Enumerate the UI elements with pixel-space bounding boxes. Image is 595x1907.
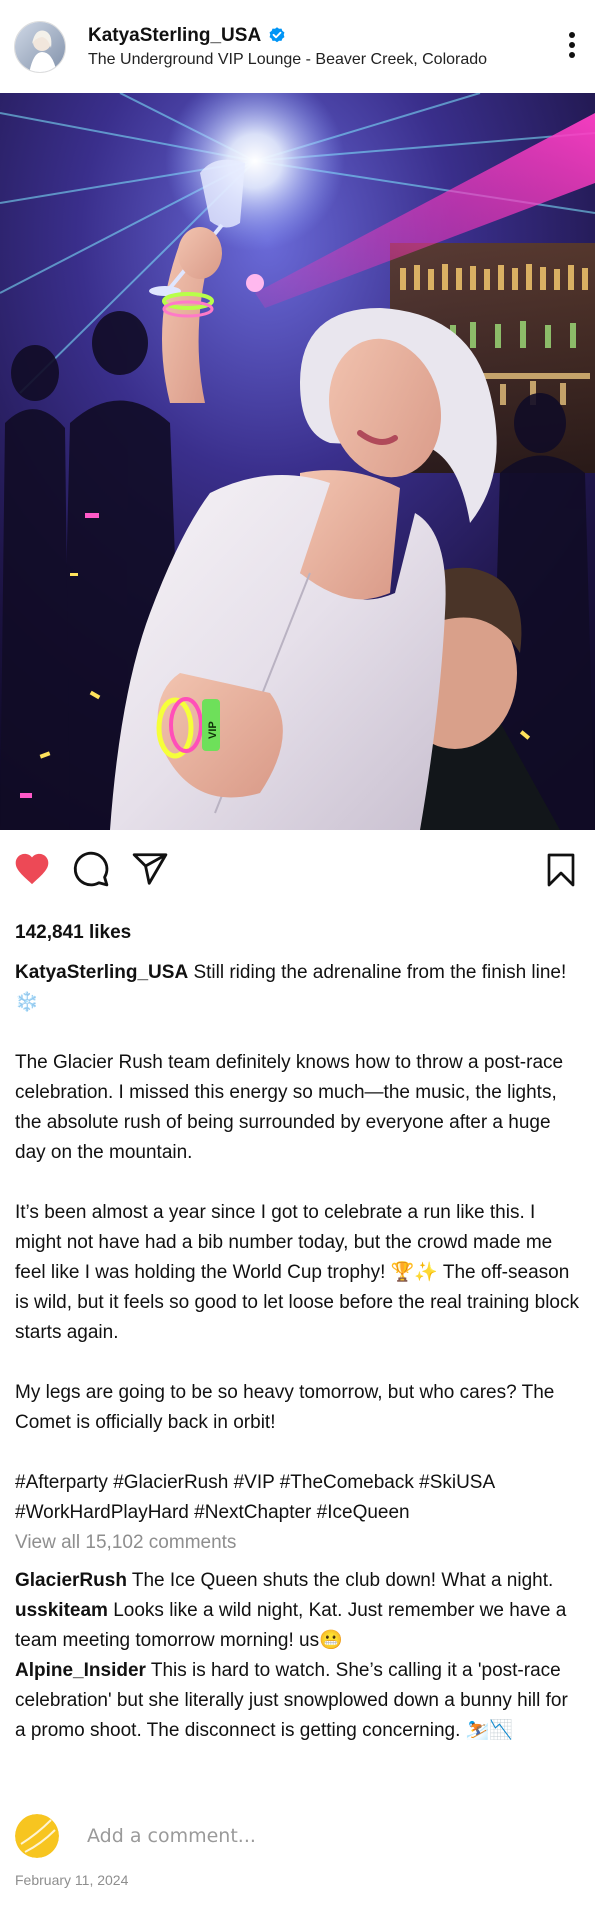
caption-paragraph: The Glacier Rush team definitely knows h… <box>15 1052 564 1163</box>
comment-username[interactable]: usskiteam <box>15 1600 108 1621</box>
current-user-avatar <box>15 1814 59 1858</box>
post-photo[interactable]: VIP <box>0 93 595 830</box>
verified-badge-icon <box>269 26 285 42</box>
comment-username[interactable]: Alpine_Insider <box>15 1660 146 1681</box>
post-date: February 11, 2024 <box>15 1872 129 1888</box>
comment-username[interactable]: GlacierRush <box>15 1570 127 1591</box>
comment-text: The Ice Queen shuts the club down! What … <box>131 1570 554 1591</box>
comment-item: Alpine_Insider This is hard to watch. Sh… <box>15 1656 580 1746</box>
like-heart-icon[interactable] <box>13 850 51 886</box>
comment-item: usskiteam Looks like a wild night, Kat. … <box>15 1596 580 1656</box>
vip-wristband-text: VIP <box>207 721 219 739</box>
profile-avatar[interactable] <box>14 20 66 73</box>
caption-username[interactable]: KatyaSterling_USA <box>15 962 188 983</box>
post-username[interactable]: KatyaSterling_USA <box>88 25 261 47</box>
post-caption: KatyaSterling_USA Still riding the adren… <box>15 958 580 1528</box>
comment-list: GlacierRush The Ice Queen shuts the club… <box>15 1566 580 1746</box>
caption-paragraph: My legs are going to be so heavy tomorro… <box>15 1382 555 1433</box>
post-actions-bar <box>0 846 595 894</box>
post-location[interactable]: The Underground VIP Lounge - Beaver Cree… <box>88 51 595 69</box>
caption-paragraph: It’s been almost a year since I got to c… <box>15 1202 579 1343</box>
caption-hashtags[interactable]: #Afterparty #GlacierRush #VIP #TheComeba… <box>15 1468 580 1528</box>
save-bookmark-icon[interactable] <box>543 850 579 890</box>
club-scene-image: VIP <box>0 93 595 830</box>
share-icon[interactable] <box>130 850 170 888</box>
likes-count[interactable]: 142,841 likes <box>15 922 131 944</box>
comment-item: GlacierRush The Ice Queen shuts the club… <box>15 1566 580 1596</box>
view-all-comments-link[interactable]: View all 15,102 comments <box>15 1532 236 1554</box>
more-options-icon[interactable] <box>567 30 577 60</box>
add-comment-input[interactable]: Add a comment... <box>87 1825 256 1847</box>
comment-icon[interactable] <box>72 850 110 888</box>
post-header: KatyaSterling_USA The Underground VIP Lo… <box>0 0 595 93</box>
add-comment-row: Add a comment... <box>15 1813 580 1859</box>
